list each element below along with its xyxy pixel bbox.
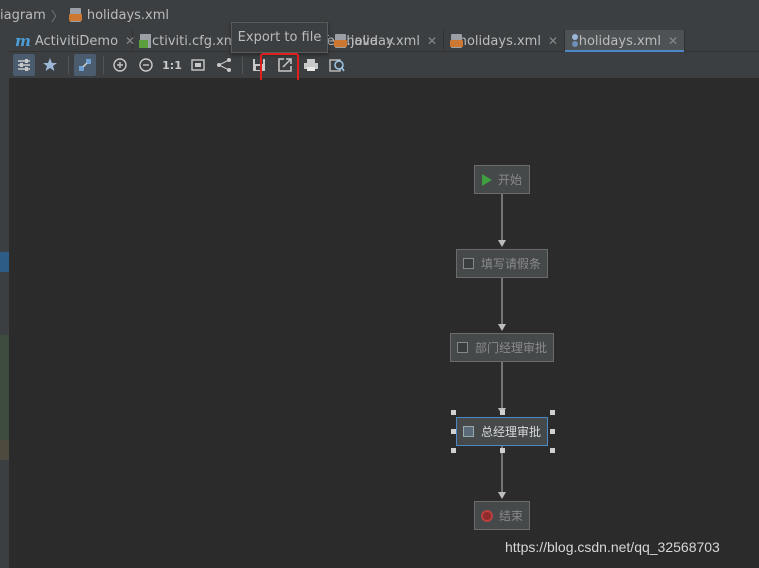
left-strip-marker <box>0 252 9 272</box>
tab-label: holiday.xml <box>346 33 420 49</box>
resize-handle[interactable] <box>550 448 555 453</box>
node-label: 填写请假条 <box>480 257 541 271</box>
resize-handle[interactable] <box>500 448 505 453</box>
link-button[interactable] <box>74 54 96 76</box>
left-strip-marker <box>0 440 9 460</box>
zoom-out-icon <box>139 58 153 72</box>
end-event-icon <box>480 509 493 522</box>
resize-handle[interactable] <box>550 429 555 434</box>
tab-label: holidays.xml <box>578 33 661 49</box>
user-task-node-selected[interactable]: 总经理审批 <box>456 417 548 446</box>
xml-file-icon <box>450 34 463 48</box>
properties-icon <box>18 59 30 71</box>
left-strip-marker <box>0 335 9 440</box>
node-label: 部门经理审批 <box>474 341 547 355</box>
tab-label: ActivitiDemo <box>34 33 119 49</box>
export-tooltip: Export to file <box>231 22 328 53</box>
xml-file-icon <box>68 8 82 22</box>
zoom-in-button[interactable] <box>109 54 131 76</box>
user-task-icon <box>456 342 468 353</box>
end-event-node[interactable]: 结束 <box>474 501 530 530</box>
flow-connectors <box>498 194 506 499</box>
diagram-toolbar: 1:1 <box>9 52 759 79</box>
xml-file-icon <box>334 34 347 48</box>
resize-handle[interactable] <box>451 410 456 415</box>
tab-label: activiti.cfg.xml <box>144 33 237 49</box>
start-play-icon <box>481 173 492 186</box>
diagram-icon <box>571 34 578 48</box>
zoom-out-button[interactable] <box>135 54 157 76</box>
breadcrumb-separator-icon: 〉 <box>50 9 64 25</box>
user-task-node[interactable]: 部门经理审批 <box>450 333 554 362</box>
editor-tab-bar: m ActivitiDemo ✕ activiti.cfg.xml Test.j… <box>9 30 759 53</box>
node-label: 结束 <box>498 509 523 523</box>
print-icon <box>304 59 318 71</box>
resize-handle[interactable] <box>500 410 505 415</box>
node-label: 总经理审批 <box>480 425 541 439</box>
close-icon[interactable]: ✕ <box>548 34 558 48</box>
actual-size-icon: 1:1 <box>162 58 182 72</box>
tab-holidays-xml[interactable]: holidays.xml ✕ <box>444 30 565 52</box>
layout-button[interactable] <box>213 54 235 76</box>
breadcrumb-item-diagram[interactable]: iagram <box>0 8 46 23</box>
tab-activiti-cfg[interactable]: activiti.cfg.xml <box>133 30 237 52</box>
breadcrumb-item-file[interactable]: holidays.xml <box>68 7 170 23</box>
user-task-icon <box>462 258 474 269</box>
toolbar-separator <box>68 56 69 74</box>
start-event-node[interactable]: 开始 <box>474 165 530 194</box>
actual-size-button[interactable]: 1:1 <box>161 54 183 76</box>
user-task-node[interactable]: 填写请假条 <box>456 249 548 278</box>
left-tool-strip <box>0 30 9 568</box>
close-icon[interactable]: ✕ <box>668 34 678 48</box>
properties-button[interactable] <box>13 54 35 76</box>
resize-handle[interactable] <box>451 429 456 434</box>
print-preview-button[interactable] <box>326 54 348 76</box>
toolbar-separator <box>103 56 104 74</box>
resize-handle[interactable] <box>550 410 555 415</box>
breadcrumb-label: iagram <box>0 7 46 23</box>
print-preview-icon <box>329 59 345 72</box>
fit-content-icon <box>191 59 205 71</box>
layout-icon <box>217 58 231 72</box>
print-button[interactable] <box>300 54 322 76</box>
tab-label: holidays.xml <box>458 33 541 49</box>
module-m-icon: m <box>15 32 31 50</box>
node-label: 开始 <box>497 173 522 187</box>
tab-holidays-diagram[interactable]: holidays.xml ✕ <box>565 30 685 53</box>
breadcrumb-label: holidays.xml <box>86 7 170 23</box>
auto-layout-button[interactable] <box>39 54 61 76</box>
breadcrumb: iagram 〉 holidays.xml <box>0 0 759 30</box>
tab-activitidemo[interactable]: m ActivitiDemo ✕ <box>9 30 135 52</box>
auto-layout-icon <box>43 58 57 71</box>
resize-handle[interactable] <box>451 448 456 453</box>
zoom-in-icon <box>113 58 127 72</box>
toolbar-separator <box>242 56 243 74</box>
tab-holiday-xml[interactable]: holiday.xml ✕ <box>328 30 444 52</box>
close-icon[interactable]: ✕ <box>427 34 437 48</box>
diagram-canvas[interactable]: 开始 填写请假条 部门经理审批 总经理审批 结束 <box>9 80 759 568</box>
fit-content-button[interactable] <box>187 54 209 76</box>
watermark-text: https://blog.csdn.net/qq_32568703 <box>505 539 720 555</box>
link-icon <box>79 59 91 71</box>
user-task-icon <box>462 426 474 437</box>
